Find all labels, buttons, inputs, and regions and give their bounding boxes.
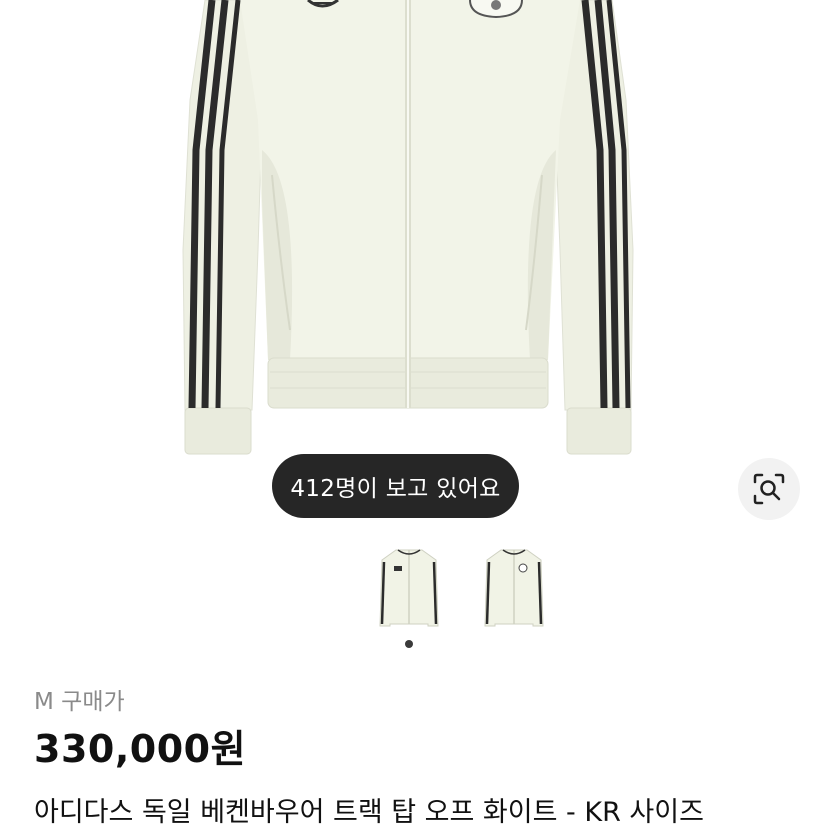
product-price: 330,000원 xyxy=(34,727,247,771)
jacket-front-thumbnail xyxy=(484,549,544,627)
image-search-button[interactable] xyxy=(738,458,800,520)
pagination-dot-active[interactable] xyxy=(404,640,413,648)
image-search-icon xyxy=(753,473,785,505)
product-title: 아디다스 독일 베켄바우어 트랙 탑 오프 화이트 - KR 사이즈 xyxy=(34,797,704,828)
gallery-pagination xyxy=(0,640,817,656)
gallery-thumbnail-2[interactable] xyxy=(481,546,547,632)
jacket-front-thumbnail xyxy=(379,549,439,627)
size-purchase-label: M 구매가 xyxy=(34,689,125,715)
viewers-count-badge: 412명이 보고 있어요 xyxy=(272,454,519,518)
gallery-thumbnail-1[interactable] xyxy=(376,546,442,632)
